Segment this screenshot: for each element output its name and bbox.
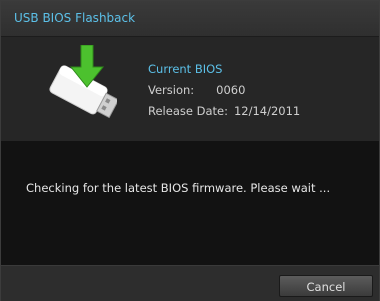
release-date-row: Release Date: 12/14/2011 [148, 101, 300, 122]
release-date-label: Release Date: [148, 104, 228, 118]
window-title: USB BIOS Flashback [14, 11, 136, 25]
release-date-value: 12/14/2011 [233, 104, 301, 118]
bios-info-panel: Current BIOS Version: 0060 Release Date: 1… [1, 37, 379, 141]
cancel-button[interactable]: Cancel [279, 275, 373, 297]
version-value: 0060 [216, 83, 246, 97]
status-panel: Checking for the latest BIOS firmware. P… [1, 141, 379, 265]
bios-info: Current BIOS Version: 0060 Release Date: 1… [148, 59, 300, 122]
version-row: Version: 0060 [148, 80, 300, 101]
current-bios-heading: Current BIOS [148, 62, 223, 76]
usb-drive-download-icon [49, 45, 117, 119]
status-message: Checking for the latest BIOS firmware. P… [26, 181, 331, 195]
footer-bar: Cancel [1, 265, 379, 301]
title-bar: USB BIOS Flashback [1, 1, 379, 37]
version-label: Version: [148, 83, 195, 97]
usb-bios-flashback-dialog: USB BIOS Flashback Current BIOS Version:… [0, 0, 380, 301]
